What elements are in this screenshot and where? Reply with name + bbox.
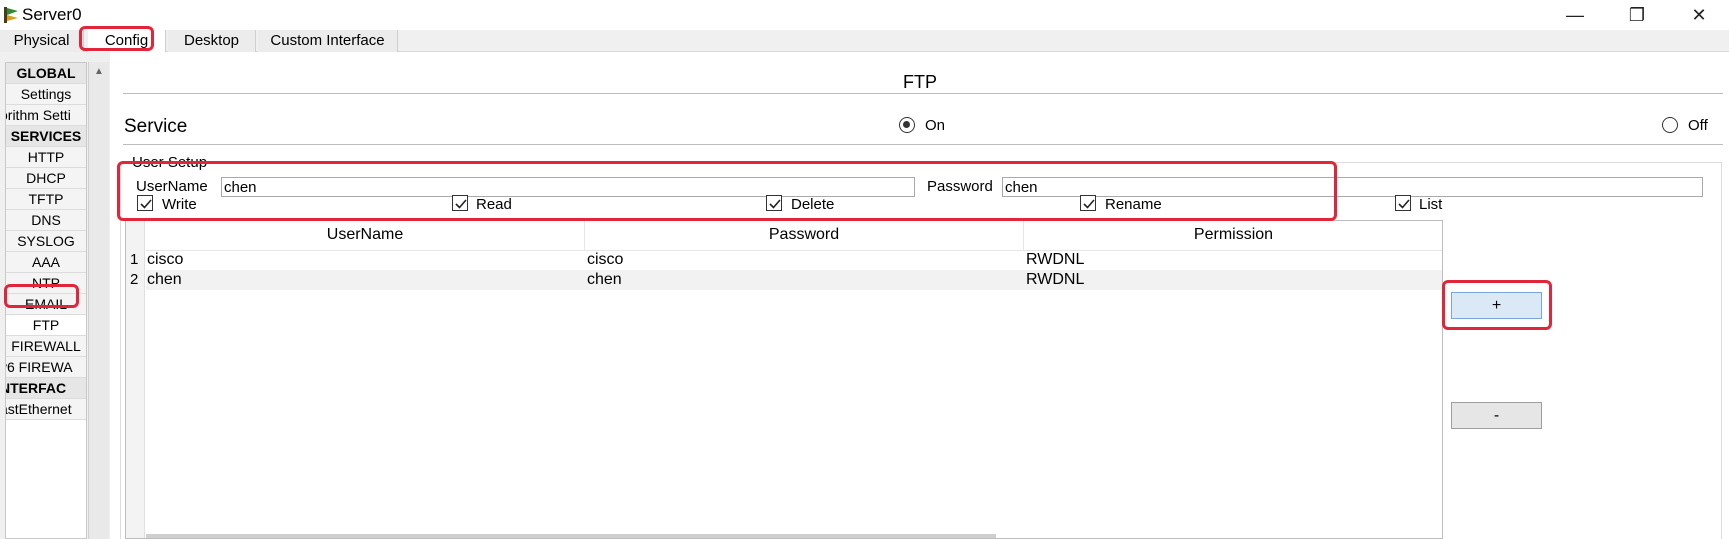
row-number: 2 xyxy=(130,271,139,288)
username-input[interactable] xyxy=(221,177,915,197)
sidebar-item-ntp[interactable]: NTP xyxy=(6,273,86,294)
maximize-button[interactable]: ❐ xyxy=(1607,0,1667,30)
write-checkbox[interactable] xyxy=(137,195,153,211)
check-icon xyxy=(769,199,781,209)
rename-checkbox[interactable] xyxy=(1080,195,1096,211)
table-row-highlight xyxy=(146,270,1442,290)
check-icon xyxy=(1083,199,1095,209)
sidebar-item-settings[interactable]: Settings xyxy=(6,84,86,105)
tab-config[interactable]: Config xyxy=(88,30,166,52)
table-cell-permission[interactable]: RWDNL xyxy=(1026,270,1084,290)
sidebar-item-firewall[interactable]: FIREWALL xyxy=(6,336,86,357)
sidebar-item-aaa[interactable]: AAA xyxy=(6,252,86,273)
sidebar-nav: GLOBAL Settings orithm Setti SERVICES HT… xyxy=(5,62,87,539)
list-checkbox[interactable] xyxy=(1395,195,1411,211)
table-cell-password[interactable]: chen xyxy=(587,270,622,290)
users-table: UserName Password Permission 1 cisco cis… xyxy=(125,220,1443,539)
check-icon xyxy=(455,199,467,209)
divider xyxy=(123,93,1723,94)
sidebar-header-services: SERVICES xyxy=(6,126,86,147)
sidebar-item-http[interactable]: HTTP xyxy=(6,147,86,168)
service-on-label[interactable]: On xyxy=(925,117,945,134)
column-header-username[interactable]: UserName xyxy=(146,221,585,251)
window-title: Server0 xyxy=(22,5,82,24)
tab-physical[interactable]: Physical xyxy=(0,30,84,52)
row-number: 1 xyxy=(130,251,139,268)
password-label: Password xyxy=(927,178,993,195)
radio-selected-dot xyxy=(903,121,910,128)
sidebar-item-tftp[interactable]: TFTP xyxy=(6,189,86,210)
sidebar-item-ftp[interactable]: FTP xyxy=(6,315,86,336)
list-label[interactable]: List xyxy=(1419,196,1442,213)
service-label: Service xyxy=(124,116,188,137)
table-cell-password[interactable]: cisco xyxy=(587,250,623,270)
rename-label[interactable]: Rename xyxy=(1105,196,1162,213)
sidebar-header-global: GLOBAL xyxy=(6,63,86,84)
check-icon xyxy=(140,199,152,209)
sidebar-item-fastethernet[interactable]: astEthernet xyxy=(6,399,86,420)
sidebar-header-interface: NTERFAC xyxy=(6,378,86,399)
delete-checkbox[interactable] xyxy=(766,195,782,211)
divider xyxy=(123,144,1723,145)
server-app-icon xyxy=(3,6,19,24)
ftp-panel: FTP Service On Off User Setup UserName P… xyxy=(110,52,1729,539)
tab-bar: Physical Config Desktop Custom Interface xyxy=(0,30,1729,52)
sidebar-item-syslog[interactable]: SYSLOG xyxy=(6,231,86,252)
remove-user-button[interactable]: - xyxy=(1451,402,1542,429)
table-cell-permission[interactable]: RWDNL xyxy=(1026,250,1084,270)
minimize-button[interactable]: — xyxy=(1545,0,1605,30)
title-bar: Server0 — ❐ ✕ xyxy=(0,0,1729,30)
read-label[interactable]: Read xyxy=(476,196,512,213)
service-on-radio[interactable] xyxy=(899,117,915,133)
read-checkbox[interactable] xyxy=(452,195,468,211)
user-setup-legend: User Setup xyxy=(130,154,210,171)
sidebar-item-algorithm-settings[interactable]: orithm Setti xyxy=(6,105,86,126)
sidebar-item-dns[interactable]: DNS xyxy=(6,210,86,231)
column-header-permission[interactable]: Permission xyxy=(1024,221,1442,251)
service-off-label[interactable]: Off xyxy=(1688,117,1708,134)
add-user-button[interactable]: + xyxy=(1451,292,1542,319)
page-title: FTP xyxy=(903,72,937,92)
column-header-password[interactable]: Password xyxy=(585,221,1024,251)
sidebar-scrollbar[interactable]: ▲ xyxy=(88,62,109,539)
sidebar-item-dhcp[interactable]: DHCP xyxy=(6,168,86,189)
scroll-up-icon[interactable]: ▲ xyxy=(94,66,104,77)
sidebar-item-email[interactable]: EMAIL xyxy=(6,294,86,315)
username-label: UserName xyxy=(136,178,208,195)
table-cell-username[interactable]: cisco xyxy=(147,250,183,270)
password-input[interactable] xyxy=(1002,177,1703,197)
check-icon xyxy=(1398,199,1410,209)
service-off-radio[interactable] xyxy=(1662,117,1678,133)
tab-custom-interface[interactable]: Custom Interface xyxy=(258,30,398,52)
write-label[interactable]: Write xyxy=(162,196,197,213)
close-button[interactable]: ✕ xyxy=(1669,0,1729,30)
table-horizontal-scrollbar[interactable] xyxy=(146,534,996,538)
table-cell-username[interactable]: chen xyxy=(147,270,182,290)
sidebar-item-ipv6-firewall[interactable]: v6 FIREWA xyxy=(6,357,86,378)
tab-desktop[interactable]: Desktop xyxy=(168,30,256,52)
delete-label[interactable]: Delete xyxy=(791,196,834,213)
